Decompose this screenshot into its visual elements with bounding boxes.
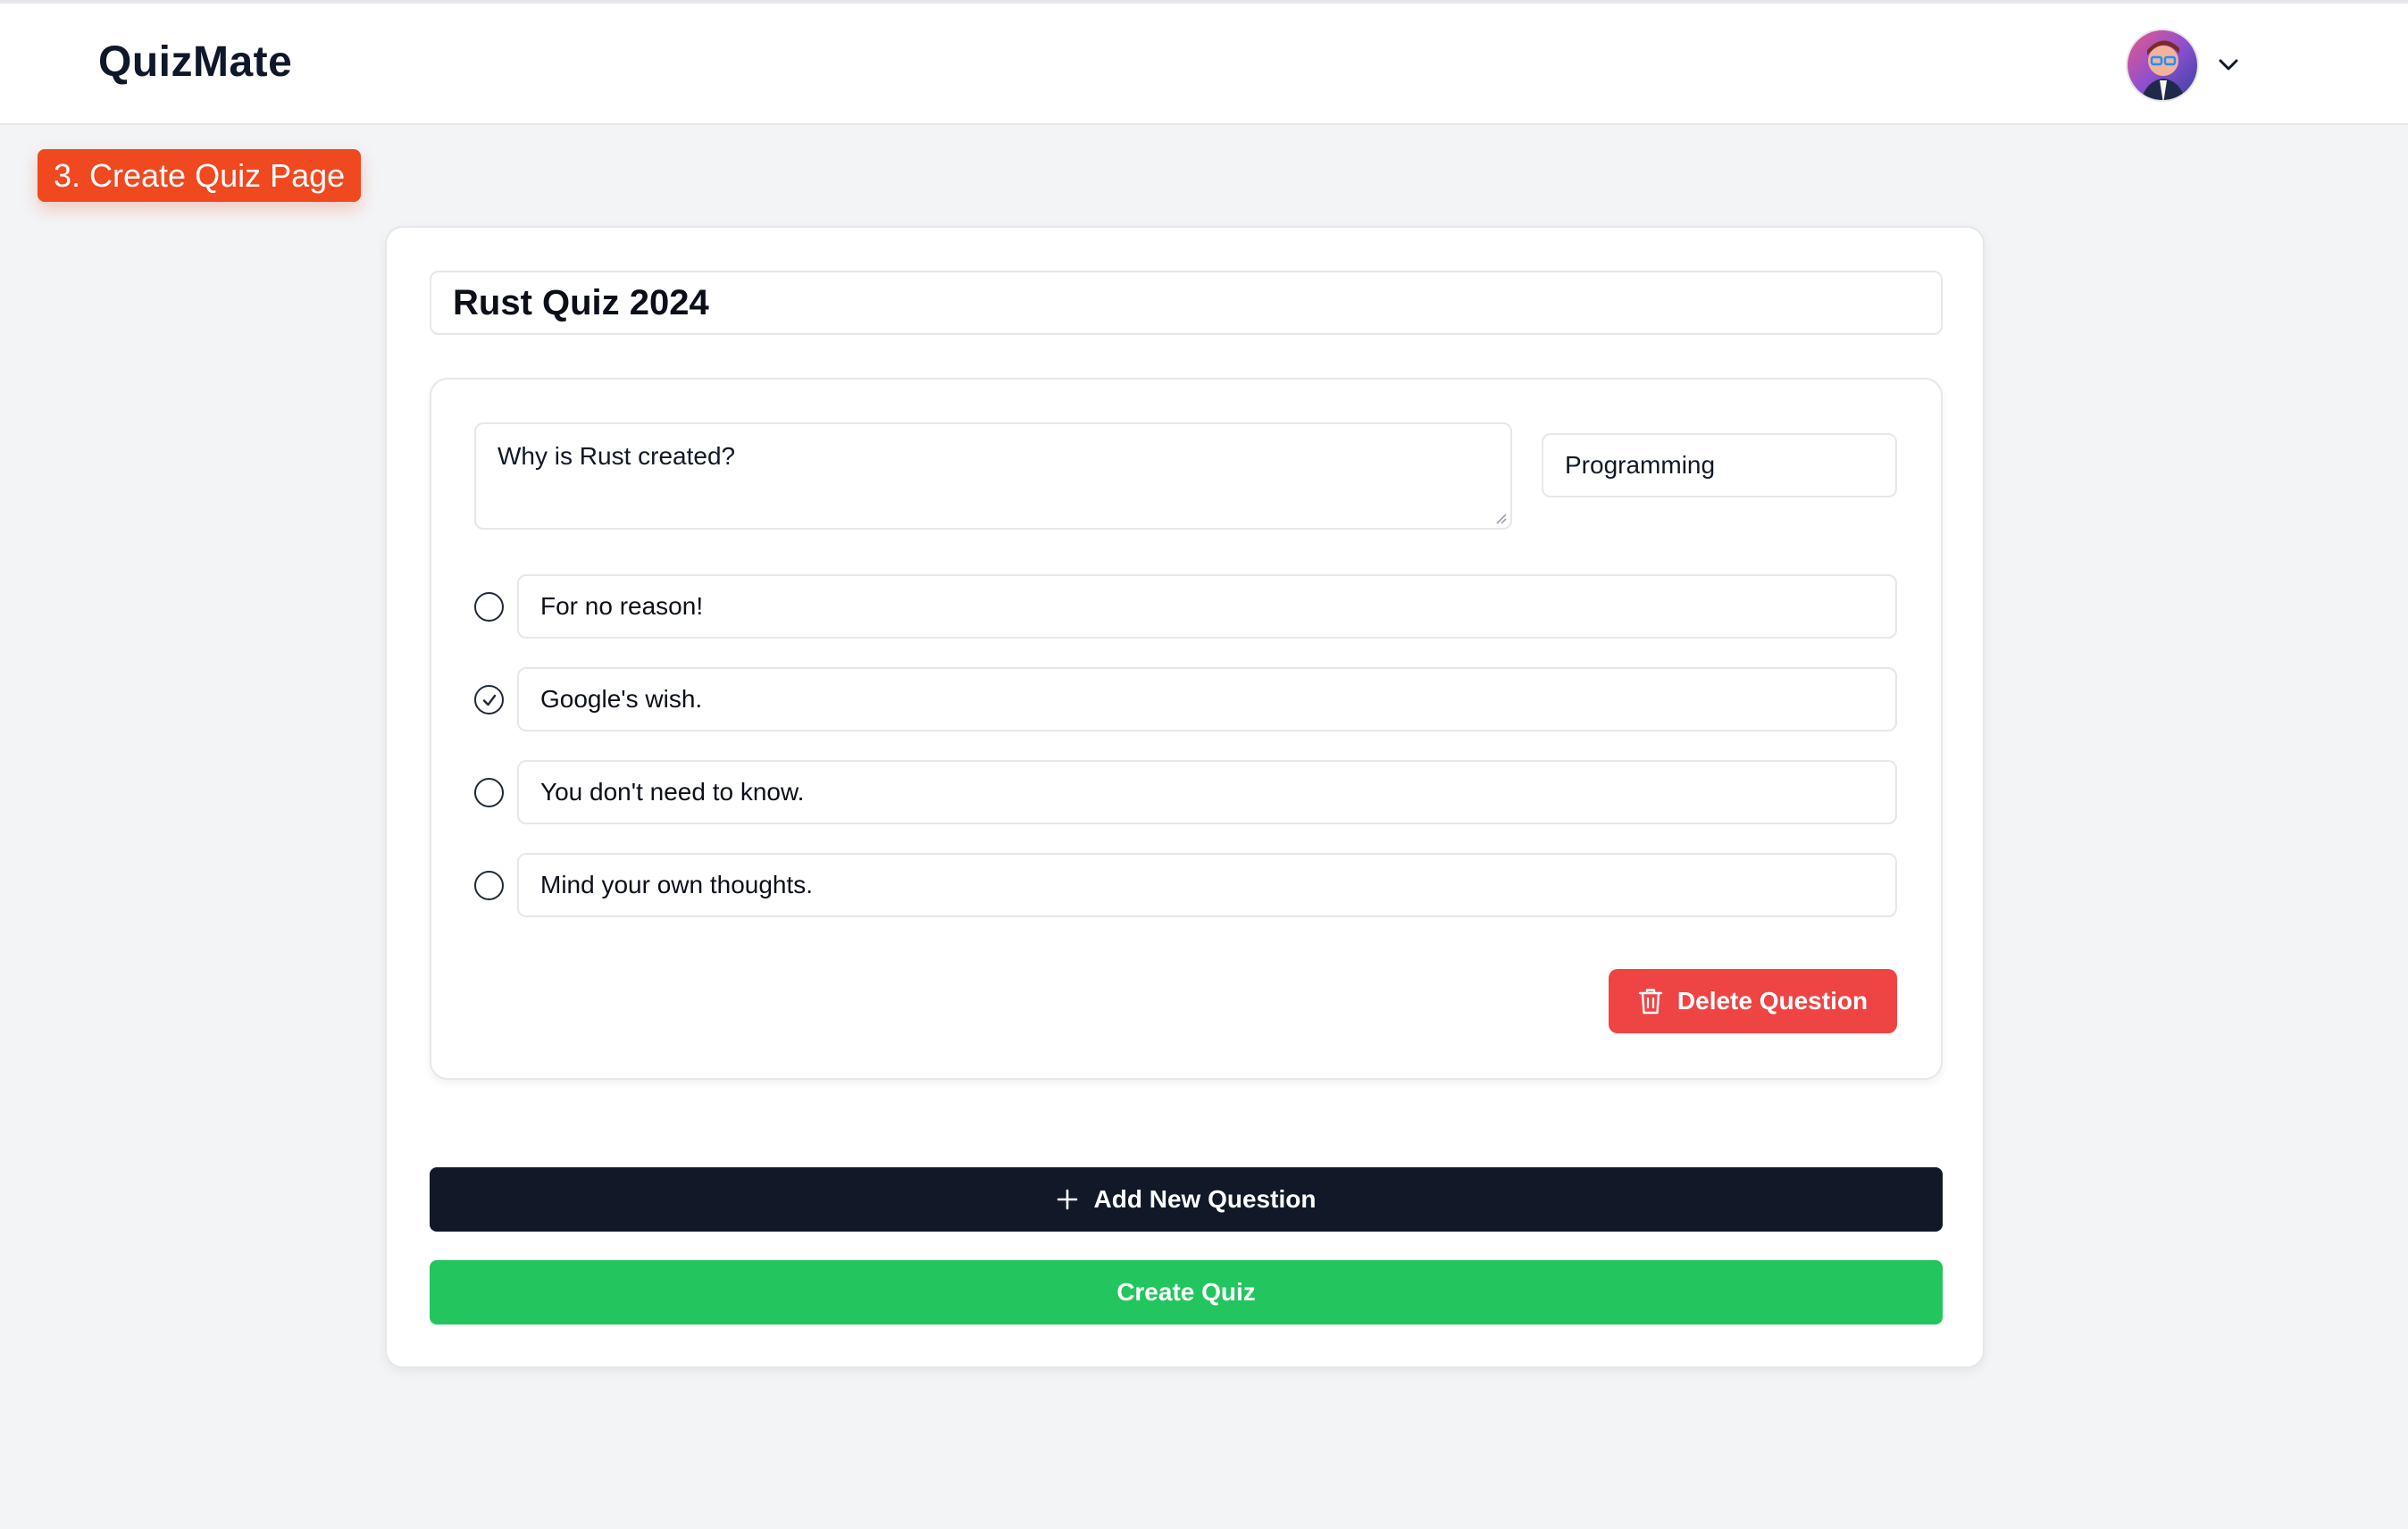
trash-icon [1638, 989, 1663, 1015]
answer-option: For no reason! [474, 574, 1897, 639]
answer-option: Google's wish. [474, 667, 1897, 731]
plus-icon [1057, 1189, 1077, 1210]
question-card: Why is Rust created? Programming For no … [430, 378, 1943, 1080]
question-text-value: Why is Rust created? [497, 442, 736, 470]
answer-option-input[interactable]: You don't need to know. [517, 760, 1897, 824]
top-nav: QuizMate [0, 4, 2408, 125]
answer-option-input[interactable]: Mind your own thoughts. [517, 853, 1897, 917]
quiz-title-input[interactable]: Rust Quiz 2024 [430, 271, 1943, 335]
answer-radio-checked[interactable] [474, 685, 504, 714]
add-question-label: Add New Question [1093, 1185, 1317, 1213]
question-category-input[interactable]: Programming [1542, 433, 1897, 497]
answer-option: Mind your own thoughts. [474, 853, 1897, 917]
answer-option-input[interactable]: Google's wish. [517, 667, 1897, 731]
check-icon [482, 694, 496, 706]
answer-radio[interactable] [474, 778, 504, 807]
answer-option: You don't need to know. [474, 760, 1897, 824]
answer-radio[interactable] [474, 871, 504, 900]
app-logo[interactable]: QuizMate [98, 38, 292, 87]
answer-option-input[interactable]: For no reason! [517, 574, 1897, 639]
create-quiz-card: Rust Quiz 2024 Why is Rust created? Prog… [385, 226, 1985, 1368]
user-avatar[interactable] [2126, 29, 2199, 102]
add-question-button[interactable]: Add New Question [430, 1167, 1943, 1232]
page-annotation-badge: 3. Create Quiz Page [38, 149, 362, 202]
delete-question-button[interactable]: Delete Question [1609, 969, 1897, 1033]
user-menu[interactable] [2126, 29, 2238, 102]
delete-question-label: Delete Question [1676, 987, 1869, 1015]
question-text-input[interactable]: Why is Rust created? [474, 422, 1512, 530]
answer-radio[interactable] [474, 592, 504, 622]
resize-grip-icon[interactable] [1494, 512, 1507, 524]
chevron-down-icon[interactable] [2219, 59, 2238, 71]
create-quiz-button[interactable]: Create Quiz [430, 1260, 1943, 1324]
